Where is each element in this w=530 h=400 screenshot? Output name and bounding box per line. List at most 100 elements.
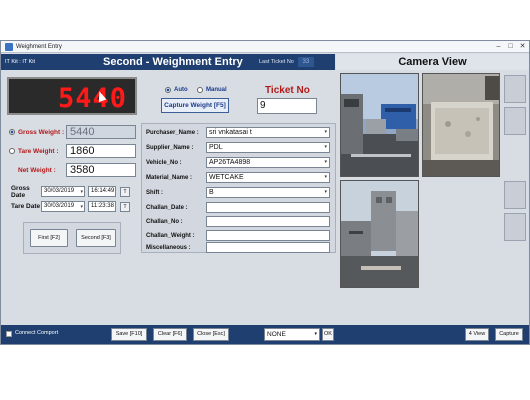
app-icon	[5, 42, 13, 51]
purchaser-select[interactable]: sri vnkatasai t ▾	[206, 127, 330, 138]
camera-1-image	[341, 74, 418, 176]
ok-button[interactable]: OK	[322, 328, 334, 341]
header-bar: IT Kit : IT Kit Second - Weighment Entry…	[1, 54, 335, 70]
tare-time-button[interactable]: T	[120, 201, 130, 212]
supplier-select[interactable]: PDL ▾	[206, 142, 330, 153]
window-controls: – □ ✕	[494, 42, 527, 51]
close-button[interactable]: Close [Esc]	[193, 328, 229, 341]
tare-date-row: Tare Date 30/03/2019 ▾ 11:23:38 T	[5, 200, 130, 213]
last-ticket-label: Last Ticket No	[259, 59, 294, 65]
material-value: WETCAKE	[209, 174, 244, 181]
bottom-toolbar: Connect Comport Save [F10] Clear [F6] Cl…	[1, 325, 529, 344]
details-form: Purchaser_Name : sri vnkatasai t ▾ Suppl…	[141, 123, 336, 253]
weighment-mode-panel: First [F2] Second [F3]	[23, 222, 121, 254]
gross-weight-row: Gross Weight : 5440	[5, 124, 136, 140]
net-weight-label: Net Weight :	[18, 166, 56, 174]
supplier-label: Supplier_Name :	[146, 144, 194, 151]
weighment-window: Weighment Entry – □ ✕ IT Kit : IT Kit Se…	[0, 40, 530, 345]
save-button[interactable]: Save [F10]	[111, 328, 147, 341]
misc-label: Miscellaneous :	[146, 244, 191, 251]
purchaser-row: Purchaser_Name : sri vnkatasai t ▾	[142, 126, 330, 139]
shift-value: B	[209, 189, 214, 196]
camera-3-image	[341, 181, 418, 287]
challan-no-field[interactable]	[206, 216, 330, 227]
purchaser-label: Purchaser_Name :	[146, 129, 199, 136]
minimize-button[interactable]: –	[494, 42, 503, 51]
gross-time-field[interactable]: 16:14:49	[88, 186, 116, 197]
challan-date-label: Challan_Date :	[146, 204, 188, 211]
gross-date-picker[interactable]: 30/03/2019 ▾	[41, 186, 85, 197]
chevron-down-icon: ▾	[324, 189, 327, 195]
title-bar: Weighment Entry – □ ✕	[1, 41, 529, 53]
clear-button[interactable]: Clear [F6]	[153, 328, 187, 341]
window-title: Weighment Entry	[16, 43, 62, 50]
tare-date-picker[interactable]: 30/03/2019 ▾	[41, 201, 85, 212]
tare-weight-field[interactable]: 1860	[66, 144, 136, 158]
device-select[interactable]: NONE ▾	[264, 328, 320, 341]
misc-row: Miscellaneous :	[142, 241, 330, 254]
vehicle-row: Vehicle_No : AP26TA4898 ▾	[142, 156, 330, 169]
tare-date-label: Tare Date	[11, 203, 41, 210]
close-window-button[interactable]: ✕	[518, 42, 527, 51]
camera-feed-1[interactable]	[340, 73, 419, 177]
second-weighment-button[interactable]: Second [F3]	[76, 229, 116, 247]
supplier-value: PDL	[209, 144, 223, 151]
vehicle-value: AP26TA4898	[209, 159, 251, 166]
gross-weight-label: Gross Weight :	[18, 128, 65, 136]
challan-date-row: Challan_Date :	[142, 201, 330, 214]
weight-display: 5440	[7, 77, 137, 115]
gross-date-value: 30/03/2019	[44, 188, 75, 194]
shift-row: Shift : B ▾	[142, 186, 330, 199]
auto-mode-radio[interactable]	[165, 87, 171, 93]
tare-time-field[interactable]: 11:23:38	[88, 201, 116, 212]
challan-weight-field[interactable]	[206, 230, 330, 241]
net-weight-row: Net Weight : 3580	[5, 162, 136, 178]
maximize-button[interactable]: □	[506, 42, 515, 51]
first-weighment-button[interactable]: First [F2]	[30, 229, 68, 247]
material-select[interactable]: WETCAKE ▾	[206, 172, 330, 183]
weights-panel: Gross Weight : 5440 Tare Weight : 1860 N…	[5, 121, 139, 183]
ticket-no-field[interactable]: 9	[257, 98, 317, 114]
capture-weight-button[interactable]: Capture Weight [F5]	[161, 98, 229, 113]
camera-thumbnail-2[interactable]	[504, 107, 526, 135]
camera-thumbnail-4[interactable]	[504, 213, 526, 241]
camera-2-image	[423, 74, 499, 176]
camera-feed-2[interactable]	[422, 73, 500, 177]
calendar-dropdown-icon: ▾	[80, 189, 83, 195]
tare-weight-label: Tare Weight :	[18, 147, 59, 155]
capture-button[interactable]: Capture	[495, 328, 523, 341]
manual-mode-radio[interactable]	[197, 87, 203, 93]
weight-display-digits: 5440	[57, 83, 127, 114]
tare-date-value: 30/03/2019	[44, 203, 75, 209]
chevron-down-icon: ▾	[314, 331, 317, 337]
gross-time-button[interactable]: T	[120, 186, 130, 197]
page-title: Second - Weighment Entry	[103, 56, 243, 68]
camera-thumbnail-1[interactable]	[504, 75, 526, 103]
gross-weight-radio[interactable]	[9, 129, 15, 135]
shift-select[interactable]: B ▾	[206, 187, 330, 198]
vehicle-select[interactable]: AP26TA4898 ▾	[206, 157, 330, 168]
gross-weight-field[interactable]: 5440	[66, 125, 136, 139]
auto-mode-label: Auto	[174, 87, 188, 93]
shift-label: Shift :	[146, 189, 163, 196]
supplier-row: Supplier_Name : PDL ▾	[142, 141, 330, 154]
challan-no-row: Challan_No :	[142, 215, 330, 228]
challan-date-field[interactable]	[206, 202, 330, 213]
chevron-down-icon: ▾	[324, 129, 327, 135]
calendar-dropdown-icon: ▾	[80, 204, 83, 210]
material-label: Material_Name :	[146, 174, 193, 181]
chevron-down-icon: ▾	[324, 144, 327, 150]
net-weight-field[interactable]: 3580	[66, 163, 136, 177]
camera-feed-3[interactable]	[340, 180, 419, 288]
kit-label: IT Kit : IT Kit	[5, 59, 36, 65]
connect-comport-checkbox[interactable]	[6, 331, 12, 337]
manual-mode-option[interactable]: Manual	[197, 87, 227, 93]
auto-mode-option[interactable]: Auto	[165, 87, 188, 93]
misc-field[interactable]	[206, 242, 330, 253]
camera-thumbnail-3[interactable]	[504, 181, 526, 209]
gross-date-label: Gross Date	[11, 184, 30, 199]
four-view-button[interactable]: 4 View	[465, 328, 489, 341]
gross-date-row: Gross Date 30/03/2019 ▾ 16:14:49 T	[5, 184, 130, 199]
tare-weight-radio[interactable]	[9, 148, 15, 154]
ticket-no-label: Ticket No	[265, 85, 310, 96]
